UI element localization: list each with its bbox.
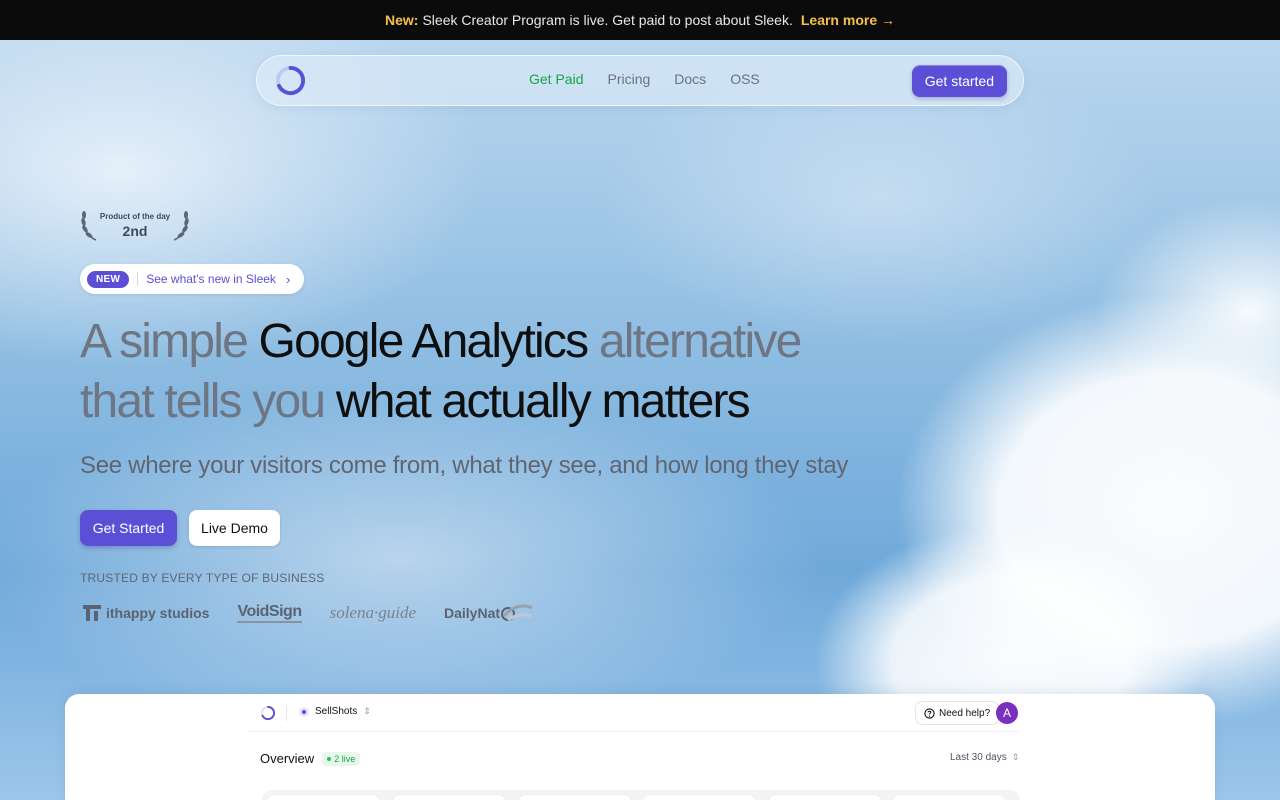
logo-voidsign: VoidSign <box>237 603 302 623</box>
date-range-label: Last 30 days <box>950 752 1007 763</box>
topbar-divider <box>286 705 287 721</box>
chevron-right-icon: › <box>285 271 291 287</box>
trusted-label: TRUSTED BY EVERY TYPE OF BUSINESS <box>80 571 325 585</box>
question-circle-icon <box>924 707 935 719</box>
announcement-bar: New: Sleek Creator Program is live. Get … <box>0 0 1280 40</box>
whats-new-text: See what's new in Sleek <box>146 272 276 286</box>
logo-solena-guide: solena·guide <box>329 603 416 622</box>
nav-link-docs[interactable]: Docs <box>674 71 706 87</box>
live-visitors-badge: 2 live <box>322 751 361 766</box>
logo-ithappy-text: ithappy studios <box>106 605 210 621</box>
logo-dailynat-text: DailyNat <box>444 605 501 621</box>
project-selector[interactable]: SellShots ⇕ <box>299 706 371 717</box>
need-help-button[interactable]: Need help? <box>915 701 1000 725</box>
stat-card[interactable] <box>642 794 756 800</box>
announcement-text: Sleek Creator Program is live. Get paid … <box>422 12 793 28</box>
chevron-updown-icon: ⇕ <box>363 706 371 716</box>
whats-new-pill[interactable]: NEW See what's new in Sleek › <box>80 264 304 294</box>
stat-card[interactable] <box>266 794 380 800</box>
nav-link-pricing[interactable]: Pricing <box>607 71 650 87</box>
overview-header: Overview 2 live <box>260 751 361 766</box>
need-help-label: Need help? <box>939 707 991 719</box>
laurel-right-icon <box>173 211 189 241</box>
nav-links: Get Paid Pricing Docs OSS <box>529 71 760 87</box>
announcement-new-label: New: <box>385 12 419 28</box>
headline-part: alternative <box>587 315 802 368</box>
project-name: SellShots <box>315 706 358 717</box>
top-navbar: Get Paid Pricing Docs OSS Get started <box>256 55 1024 106</box>
chevron-updown-icon: ⇕ <box>1011 752 1020 762</box>
headline-emphasis: what actually matters <box>335 375 751 428</box>
stat-card[interactable] <box>892 794 1006 800</box>
stat-card[interactable] <box>518 794 632 800</box>
stat-card[interactable] <box>392 794 506 800</box>
pill-divider <box>137 272 139 286</box>
hero-subheadline: See where your visitors come from, what … <box>80 452 849 479</box>
dashboard-preview: SellShots ⇕ Need help? A Overview 2 live… <box>65 694 1215 800</box>
stats-row <box>262 790 1020 800</box>
new-badge: NEW <box>87 270 130 288</box>
headline-line-1: A simple Google Analytics alternative <box>80 312 880 372</box>
ithappy-mark-icon <box>83 605 101 621</box>
headline-line-2: that tells you what actually matters <box>80 372 880 432</box>
dailynat-mark-icon <box>501 604 533 622</box>
overview-title: Overview <box>260 751 315 766</box>
project-icon <box>299 706 309 717</box>
nav-link-get-paid[interactable]: Get Paid <box>529 71 583 87</box>
logo-dailynat: DailyNat <box>444 602 534 624</box>
customer-logos: ithappy studios VoidSign solena·guide Da… <box>82 598 534 628</box>
dashboard-topbar: SellShots ⇕ Need help? A <box>248 694 1018 732</box>
get-started-button[interactable]: Get Started <box>80 510 177 546</box>
headline-part: that tells you <box>80 375 336 428</box>
hero-headline: A simple Google Analytics alternative th… <box>80 312 880 432</box>
logo-ithappy: ithappy studios <box>82 603 209 623</box>
date-range-selector[interactable]: Last 30 days ⇕ <box>950 752 1019 763</box>
product-of-the-day-award[interactable]: Product of the day 2nd <box>80 204 190 244</box>
nav-get-started-button[interactable]: Get started <box>911 65 1007 97</box>
headline-emphasis: Google Analytics <box>258 315 590 368</box>
nav-link-oss[interactable]: OSS <box>730 71 760 87</box>
avatar[interactable]: A <box>996 702 1018 724</box>
live-demo-button[interactable]: Live Demo <box>189 510 280 546</box>
live-dot <box>327 756 332 761</box>
announcement-learn-more-link[interactable]: Learn more → <box>801 12 895 28</box>
ring-logo-icon[interactable] <box>260 705 276 721</box>
ring-logo-icon[interactable] <box>274 64 307 97</box>
stat-card[interactable] <box>768 794 882 800</box>
live-count: 2 live <box>334 753 356 764</box>
headline-part: A simple <box>80 315 259 368</box>
